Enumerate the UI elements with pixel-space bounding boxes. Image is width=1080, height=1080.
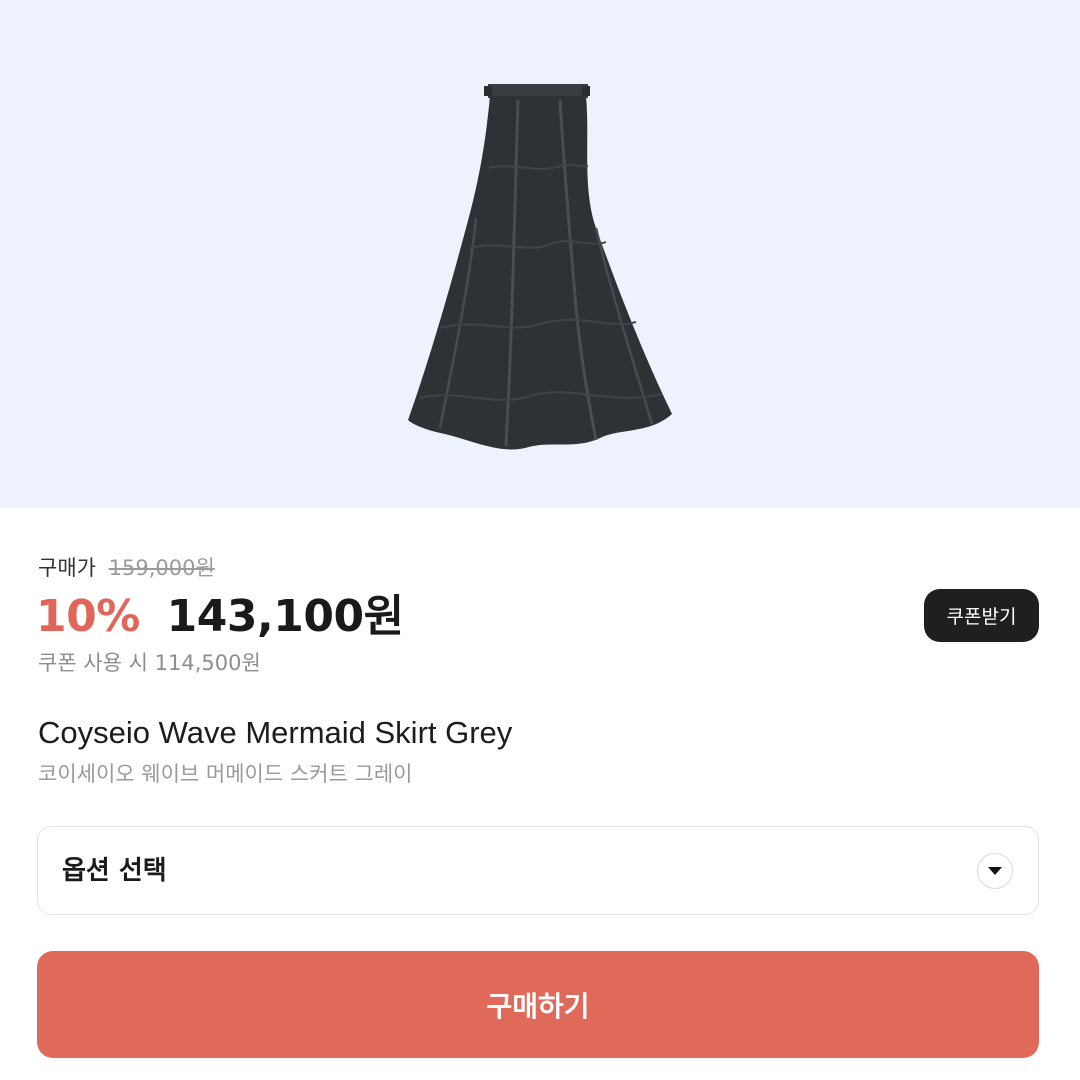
get-coupon-button[interactable]: 쿠폰받기 xyxy=(924,589,1039,642)
chevron-down-icon[interactable] xyxy=(977,853,1013,889)
discount-rate: 10% xyxy=(36,591,140,642)
price-row: 10% 143,100원 xyxy=(36,589,404,645)
sale-price: 143,100원 xyxy=(166,591,404,642)
price-label: 구매가 xyxy=(38,556,96,580)
option-select[interactable]: 옵션 선택 xyxy=(37,826,1039,915)
original-price: 159,000원 xyxy=(108,556,215,580)
buy-button[interactable]: 구매하기 xyxy=(37,951,1039,1058)
product-image-area xyxy=(0,0,1080,508)
product-image[interactable] xyxy=(400,78,680,458)
product-name-ko: 코이세이오 웨이브 머메이드 스커트 그레이 xyxy=(38,762,413,786)
option-select-label: 옵션 선택 xyxy=(62,856,167,886)
coupon-price-note: 쿠폰 사용 시 114,500원 xyxy=(38,651,261,675)
price-label-row: 구매가 159,000원 xyxy=(38,553,215,583)
product-name-en: Coyseio Wave Mermaid Skirt Grey xyxy=(38,715,513,750)
